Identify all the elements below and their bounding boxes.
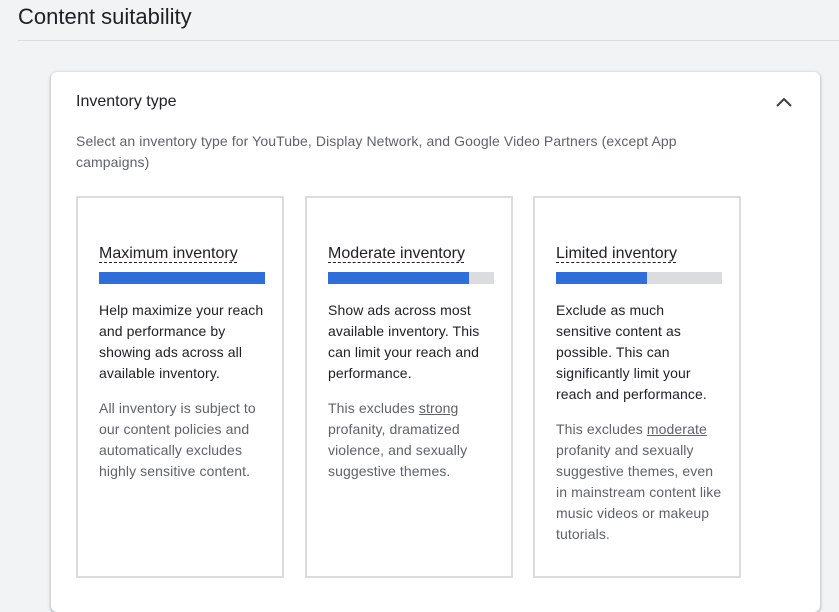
card-title: Inventory type — [76, 93, 177, 110]
note-text-before: This excludes — [328, 400, 419, 416]
option-description: Show ads across most available inventory… — [328, 302, 480, 381]
collapse-button[interactable] — [772, 90, 796, 114]
option-title: Maximum inventory — [99, 245, 238, 262]
card-header[interactable]: Inventory type — [76, 90, 796, 114]
inventory-meter-fill — [328, 272, 470, 284]
option-title: Limited inventory — [556, 245, 677, 262]
option-description: Exclude as much sensitive content as pos… — [556, 302, 707, 402]
option-note: This excludes moderate profanity and sex… — [556, 419, 722, 545]
option-title: Moderate inventory — [328, 245, 465, 262]
note-text: All inventory is subject to our content … — [99, 400, 256, 479]
option-maximum-inventory[interactable]: Maximum inventory Help maximize your rea… — [76, 196, 284, 578]
inventory-meter — [99, 272, 265, 284]
title-divider — [18, 40, 839, 41]
note-text-after: profanity, dramatized violence, and sexu… — [328, 421, 468, 479]
option-moderate-inventory[interactable]: Moderate inventory Show ads across most … — [305, 196, 513, 578]
inventory-type-card: Inventory type Select an inventory type … — [51, 72, 820, 612]
inventory-meter-fill — [99, 272, 265, 284]
inventory-meter — [328, 272, 494, 284]
note-link-moderate[interactable]: moderate — [647, 421, 707, 437]
option-limited-inventory[interactable]: Limited inventory Exclude as much sensit… — [533, 196, 741, 578]
option-note: This excludes strong profanity, dramatiz… — [328, 398, 494, 482]
inventory-options: Maximum inventory Help maximize your rea… — [76, 196, 746, 582]
note-text-after: profanity and sexually suggestive themes… — [556, 442, 722, 542]
chevron-up-icon — [776, 97, 792, 107]
option-note: All inventory is subject to our content … — [99, 398, 265, 482]
option-description: Help maximize your reach and performance… — [99, 302, 264, 381]
card-description: Select an inventory type for YouTube, Di… — [76, 133, 677, 170]
inventory-meter — [556, 272, 722, 284]
inventory-meter-fill — [556, 272, 648, 284]
note-text-before: This excludes — [556, 421, 647, 437]
note-link-strong[interactable]: strong — [419, 400, 459, 416]
page-title: Content suitability — [18, 4, 192, 29]
